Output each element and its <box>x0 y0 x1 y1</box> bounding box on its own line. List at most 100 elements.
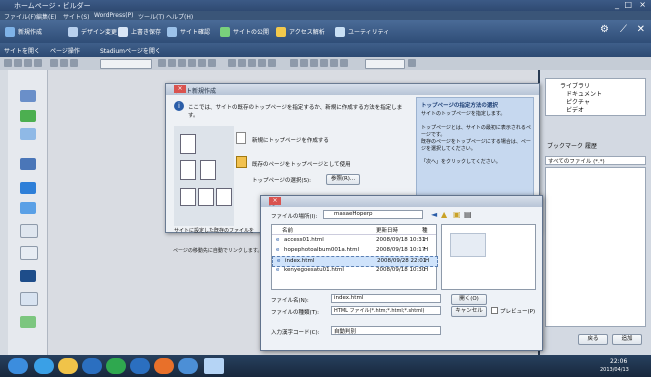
preview-checkbox[interactable] <box>491 307 498 314</box>
gear-icon[interactable]: ⚙ <box>600 24 609 35</box>
toolbar-button[interactable] <box>268 59 276 67</box>
toolbar-button[interactable] <box>24 59 32 67</box>
option-new-top[interactable]: 新規にトップページを作成する <box>252 136 329 144</box>
encoding-select[interactable]: 自動判別 <box>331 326 441 335</box>
toolbar-button[interactable] <box>70 59 78 67</box>
explorer-icon[interactable] <box>58 358 78 374</box>
list-header: 名前 更新日時 種 <box>272 225 436 235</box>
open-close-button[interactable]: × <box>269 197 281 205</box>
toolbar-button[interactable] <box>178 59 186 67</box>
folder-up-icon[interactable]: ▲ <box>441 210 447 219</box>
ie-icon[interactable] <box>34 358 54 374</box>
filename-input[interactable]: index.html <box>331 294 441 303</box>
maximize-button[interactable]: □ <box>624 0 632 9</box>
device-icon[interactable] <box>20 270 36 282</box>
back-button[interactable]: 戻る <box>578 334 608 345</box>
image-part-icon[interactable] <box>20 128 36 140</box>
save-button[interactable]: 上書き保存 <box>118 25 161 38</box>
close-ribbon-icon[interactable]: ✕ <box>637 24 645 35</box>
toolbar-button[interactable] <box>258 59 266 67</box>
encoding-label: 入力漢字コード(C): <box>271 330 320 336</box>
app-icon[interactable] <box>130 358 150 374</box>
file-filter-select[interactable]: すべてのファイル (*.*) <box>545 156 646 165</box>
style-select[interactable] <box>100 59 152 69</box>
table-row[interactable]: e access01.html 2008/09/18 10:31 H <box>272 236 436 245</box>
gallery-icon[interactable] <box>20 316 36 328</box>
minimize-button[interactable]: _ <box>615 0 619 9</box>
firefox-icon[interactable] <box>154 358 174 374</box>
open-button[interactable]: 開く(O) <box>451 294 487 305</box>
tab-history[interactable]: 履歴 <box>585 141 597 150</box>
clock-time[interactable]: 22:06 <box>610 358 627 365</box>
site-publish-button[interactable]: サイトの公開 <box>220 25 269 38</box>
toolbar-button[interactable] <box>158 59 166 67</box>
open-site-button[interactable]: サイトを開く <box>4 46 40 55</box>
add-button[interactable]: 追加 <box>612 334 642 345</box>
page-ops-button[interactable]: ページ操作 <box>50 46 80 55</box>
file-list-view: 名前 更新日時 種 e access01.html 2008/09/18 10:… <box>271 224 438 290</box>
browse-button[interactable]: 参照(R)... <box>326 174 360 185</box>
toolbar-button[interactable] <box>320 59 328 67</box>
toolbar-button[interactable] <box>300 59 308 67</box>
pin-icon[interactable]: ⟋ <box>620 24 627 35</box>
view-menu-icon[interactable]: ▤ <box>464 210 472 219</box>
toolbar-button[interactable] <box>238 59 246 67</box>
col-name[interactable]: 名前 <box>282 226 293 234</box>
user-icon[interactable] <box>20 182 36 194</box>
app-icon[interactable] <box>82 358 102 374</box>
menu-wordpress[interactable]: WordPress(P) <box>94 12 134 19</box>
form-icon[interactable] <box>20 246 38 260</box>
toolbar-button[interactable] <box>34 59 42 67</box>
utility-button[interactable]: ユーティリティ <box>335 25 389 38</box>
layout-icon[interactable] <box>20 202 36 214</box>
toolbar-button[interactable] <box>248 59 256 67</box>
filetype-select[interactable]: HTML ファイル(*.htm;*.html;*.shtml) <box>331 306 441 315</box>
toolbar-button[interactable] <box>14 59 22 67</box>
close-button[interactable]: × <box>639 0 646 9</box>
toolbar-button[interactable] <box>340 59 348 67</box>
clock-date[interactable]: 2013/04/13 <box>600 367 629 373</box>
new-button[interactable]: 新規作成 <box>5 25 42 38</box>
toolbar-button[interactable] <box>310 59 318 67</box>
site-check-button[interactable]: サイト確認 <box>167 25 210 38</box>
stadium-open-button[interactable]: Stadiumページを開く <box>100 46 161 55</box>
page-icon[interactable] <box>20 292 38 306</box>
app-icon[interactable] <box>178 358 198 374</box>
person-icon[interactable] <box>20 110 36 122</box>
start-icon[interactable] <box>8 358 28 374</box>
utility-icon <box>335 26 345 37</box>
option-existing-top[interactable]: 既存のページをトップページとして使用 <box>252 160 351 168</box>
dialog-close-button[interactable]: × <box>174 85 186 93</box>
toolbar-button[interactable] <box>168 59 176 67</box>
nav-back-icon[interactable]: ◄ <box>431 210 437 219</box>
app-icon[interactable] <box>106 358 126 374</box>
table-icon[interactable] <box>20 224 38 238</box>
toolbar-button[interactable] <box>60 59 68 67</box>
cancel-button[interactable]: キャンセル <box>451 306 487 317</box>
tab-bookmark[interactable]: ブックマーク <box>547 141 583 150</box>
tree-item[interactable]: ビデオ <box>566 105 584 114</box>
monitor-icon[interactable] <box>20 158 36 170</box>
toolbar-button[interactable] <box>198 59 206 67</box>
table-row[interactable]: e hopephotoalbum001a.html 2008/09/18 10:… <box>272 246 436 255</box>
table-row[interactable]: e kenyegoesatu01.html 2008/09/18 10:30 H <box>272 266 436 275</box>
hpb-taskbar-button[interactable] <box>204 358 224 374</box>
text-part-icon[interactable] <box>20 90 36 102</box>
access-analysis-button[interactable]: アクセス解析 <box>276 25 325 38</box>
col-type[interactable]: 種 <box>422 226 428 234</box>
toolbar-button[interactable] <box>290 59 298 67</box>
file-list[interactable] <box>545 167 646 327</box>
toolbar-button[interactable] <box>228 59 236 67</box>
info-icon: i <box>174 101 184 111</box>
toolbar-button[interactable] <box>330 59 338 67</box>
look-in-select[interactable]: masaeHoperp <box>323 210 423 219</box>
design-change-button[interactable]: デザイン変更 <box>68 25 117 38</box>
color-select[interactable] <box>365 59 405 69</box>
toolbar-button[interactable] <box>208 59 216 67</box>
toolbar-button[interactable] <box>188 59 196 67</box>
toolbar-button[interactable] <box>408 59 416 67</box>
toolbar-button[interactable] <box>50 59 58 67</box>
new-folder-icon[interactable]: ▣ <box>453 210 461 219</box>
col-date[interactable]: 更新日時 <box>376 226 398 234</box>
toolbar-button[interactable] <box>4 59 12 67</box>
